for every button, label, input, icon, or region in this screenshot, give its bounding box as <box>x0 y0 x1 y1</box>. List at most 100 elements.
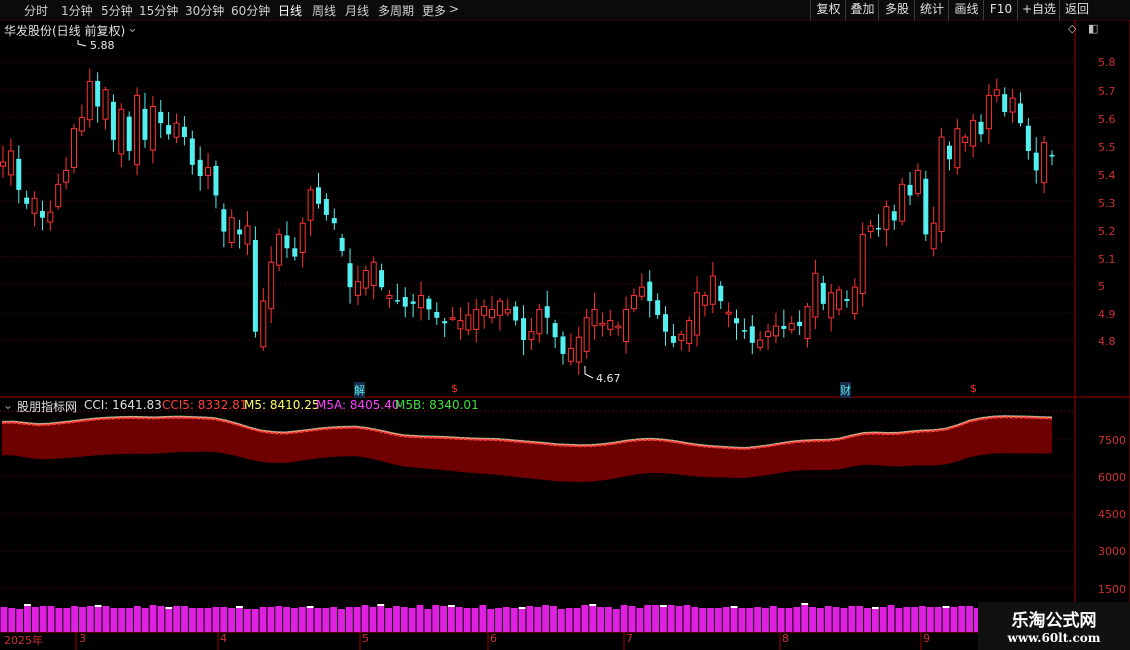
candle-body-down <box>647 281 653 302</box>
finance-event-marker[interactable]: 财 <box>840 382 851 398</box>
indicator-bar <box>369 607 377 632</box>
y-tick: 5.5 <box>1098 141 1116 154</box>
candle-body-up <box>173 122 180 138</box>
period-tab-monthly[interactable]: 月线 <box>345 2 369 19</box>
candle-body-up <box>102 89 109 120</box>
indicator-bar <box>895 608 903 632</box>
indicator-bar <box>667 605 675 632</box>
indicator-bar <box>416 605 424 632</box>
candle-body-up <box>686 320 693 345</box>
candle-body-up <box>836 289 843 310</box>
indicator-bar-cap <box>236 606 243 608</box>
stats-button[interactable]: 统计 <box>914 0 949 20</box>
indicator-bar <box>102 606 110 632</box>
candle-body-up <box>985 94 992 130</box>
indicator-bar <box>683 605 691 632</box>
watermark-title: 乐淘公式网 <box>1011 611 1097 631</box>
dividend-event-marker-2[interactable]: $ <box>970 382 977 395</box>
candle-body-down <box>16 158 22 190</box>
chevron-down-icon[interactable]: ⌄ <box>3 398 13 412</box>
period-tab-more[interactable]: 更多 <box>422 2 446 19</box>
panel-toggle-icon[interactable]: ◧ <box>1088 22 1098 35</box>
indicator-bar <box>259 607 267 632</box>
high-price-marker: 5.88 <box>90 39 115 52</box>
candle-body-down <box>1049 154 1055 157</box>
indicator-bar <box>424 609 432 632</box>
indicator-bar-cap <box>801 603 809 605</box>
candle-body-up <box>694 292 701 336</box>
candle-body-up <box>268 261 275 310</box>
indicator-bar <box>306 608 314 632</box>
candle-body-up <box>449 317 456 320</box>
draw-line-button[interactable]: 画线 <box>948 0 984 20</box>
indicator-bar <box>942 608 950 632</box>
candle-body-down <box>213 165 219 196</box>
indicator-bar <box>793 607 801 632</box>
chevron-right-icon[interactable]: > <box>449 2 459 16</box>
diamond-icon[interactable]: ◇ <box>1068 22 1076 35</box>
indicator-bar <box>220 607 228 632</box>
candle-body-up <box>993 89 1000 97</box>
period-tab-1min[interactable]: 1分钟 <box>61 2 93 19</box>
indicator-bar <box>31 607 39 632</box>
candle-body-up <box>299 222 306 253</box>
indicator-bar <box>911 607 919 632</box>
indicator-bar-cap <box>589 604 597 606</box>
period-tab-weekly[interactable]: 周线 <box>312 2 336 19</box>
indicator-bar-cap <box>377 604 385 606</box>
y-tick: 5.3 <box>1098 197 1116 210</box>
indicator-bar <box>204 608 212 632</box>
indicator-bar <box>447 607 455 632</box>
candle-body-up <box>575 336 582 363</box>
candle-body-up <box>418 295 425 309</box>
candle-body-up <box>362 270 369 289</box>
candle-body-down <box>252 239 258 332</box>
period-tab-60min[interactable]: 60分钟 <box>231 2 270 19</box>
indicator-bar-cap <box>942 606 950 608</box>
indicator-bar <box>322 608 330 632</box>
indicator-bar <box>385 608 393 632</box>
period-tab-15min[interactable]: 15分钟 <box>139 2 178 19</box>
indicator-bar <box>393 606 400 632</box>
indicator-bar <box>816 608 824 632</box>
indicator-bar <box>188 608 196 632</box>
indicator-bar-cap <box>306 606 314 608</box>
candle-body-down <box>197 159 203 176</box>
candle-body-up <box>47 211 54 223</box>
adjust-button[interactable]: 复权 <box>810 0 846 20</box>
candle-body-down <box>339 237 345 252</box>
y-tick: 5.8 <box>1098 56 1116 69</box>
candle-body-down <box>844 299 850 302</box>
back-button[interactable]: 返回 <box>1059 0 1094 20</box>
period-toolbar: 分时 1分钟 5分钟 15分钟 30分钟 60分钟 日线 周线 月线 多周期 更… <box>0 0 1130 21</box>
x-tick: 2025年 <box>4 634 43 647</box>
indicator-bar <box>730 608 738 632</box>
indicator-bar <box>573 608 581 632</box>
period-tab-multi[interactable]: 多周期 <box>378 2 414 19</box>
chart-canvas[interactable] <box>0 20 1130 650</box>
period-tab-daily[interactable]: 日线 <box>278 2 302 19</box>
indicator-bar <box>110 608 118 632</box>
indicator-bar <box>0 607 8 632</box>
candle-body-up <box>828 292 835 319</box>
unlock-event-marker[interactable]: 解 <box>354 382 365 398</box>
period-tab-intraday[interactable]: 分时 <box>24 2 48 19</box>
candle-body-down <box>315 187 321 204</box>
candle-body-down <box>442 321 448 324</box>
multi-stock-button[interactable]: 多股 <box>878 0 915 20</box>
indicator-bar <box>871 609 879 632</box>
indicator-bar <box>71 606 79 632</box>
candle-body-up <box>457 320 464 330</box>
indicator-bar <box>518 609 526 632</box>
period-tab-5min[interactable]: 5分钟 <box>101 2 133 19</box>
indicator-bar <box>432 605 440 632</box>
add-watchlist-button[interactable]: +自选 <box>1017 0 1060 20</box>
chevron-down-icon[interactable]: ⌄ <box>127 21 138 36</box>
f10-button[interactable]: F10 <box>983 0 1018 20</box>
indicator-bar <box>16 609 24 632</box>
dividend-event-marker[interactable]: $ <box>451 382 458 395</box>
period-tab-30min[interactable]: 30分钟 <box>185 2 224 19</box>
candle-body-up <box>465 314 472 331</box>
overlay-button[interactable]: 叠加 <box>845 0 879 20</box>
x-tick-marks <box>75 632 922 650</box>
